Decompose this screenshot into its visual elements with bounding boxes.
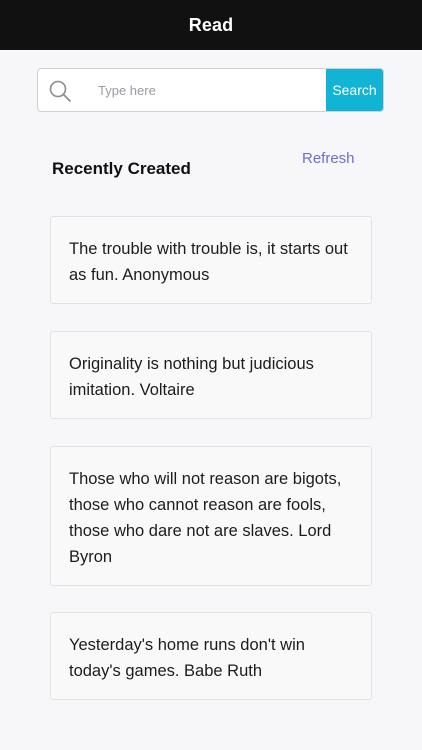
quote-text: Originality is nothing but judicious imi… (69, 355, 314, 399)
section-title: Recently Created (52, 159, 191, 178)
quote-card[interactable]: Yesterday's home runs don't win today's … (50, 612, 372, 700)
search-bar: Search (37, 68, 384, 112)
quote-text: Those who will not reason are bigots, th… (69, 470, 342, 566)
quote-card[interactable]: Those who will not reason are bigots, th… (50, 446, 372, 586)
refresh-link[interactable]: Refresh (302, 150, 355, 167)
search-icon (48, 79, 72, 103)
search-button[interactable]: Search (326, 69, 383, 111)
page-title: Read (188, 14, 234, 35)
quote-card[interactable]: Originality is nothing but judicious imi… (50, 331, 372, 419)
quote-text: The trouble with trouble is, it starts o… (69, 240, 348, 284)
header-bar: Read (0, 0, 422, 50)
quote-card[interactable]: The trouble with trouble is, it starts o… (50, 216, 372, 304)
quote-text: Yesterday's home runs don't win today's … (69, 636, 305, 680)
search-input[interactable] (94, 69, 326, 111)
